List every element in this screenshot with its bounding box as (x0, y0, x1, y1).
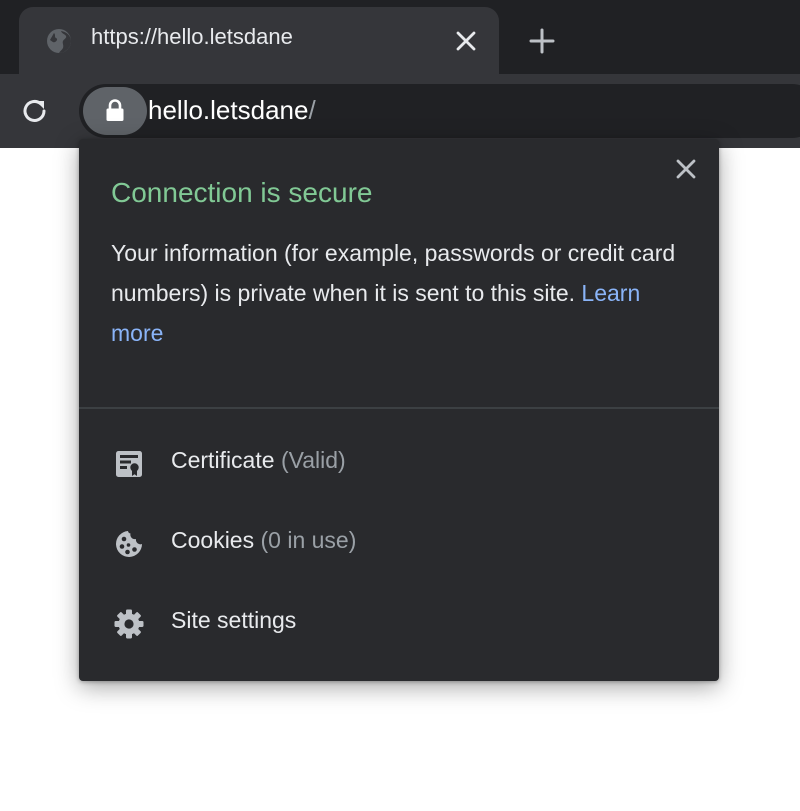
close-tab-icon[interactable] (454, 29, 478, 53)
url-host: hello.letsdane (148, 95, 309, 125)
site-settings-label: Site settings (171, 607, 297, 633)
connection-description: Your information (for example, passwords… (111, 233, 697, 353)
certificate-status: (Valid) (280, 447, 346, 473)
lock-icon (106, 99, 124, 121)
cookie-icon (116, 531, 142, 557)
site-settings-row[interactable]: Site settings (79, 584, 719, 664)
cookies-count: (0 in use) (260, 527, 357, 553)
cookies-label: Cookies (0 in use) (171, 527, 356, 554)
connection-status-title: Connection is secure (111, 177, 373, 208)
divider (79, 407, 719, 409)
cookies-row[interactable]: Cookies (0 in use) (79, 504, 719, 584)
url-text[interactable]: hello.letsdane/ (148, 95, 316, 126)
gear-icon (114, 609, 144, 639)
globe-icon (47, 29, 71, 53)
url-path: / (308, 95, 316, 125)
cookies-text: Cookies (171, 527, 255, 553)
close-icon[interactable] (674, 157, 698, 181)
site-info-popup: Connection is secure Your information (f… (79, 139, 719, 681)
certificate-icon (116, 451, 142, 477)
tab-title: https://hello.letsdane (91, 24, 293, 49)
certificate-row[interactable]: Certificate (Valid) (79, 424, 719, 504)
certificate-text: Certificate (171, 447, 275, 473)
certificate-label: Certificate (Valid) (171, 447, 346, 474)
new-tab-icon[interactable] (528, 27, 556, 55)
reload-icon[interactable] (19, 95, 51, 127)
